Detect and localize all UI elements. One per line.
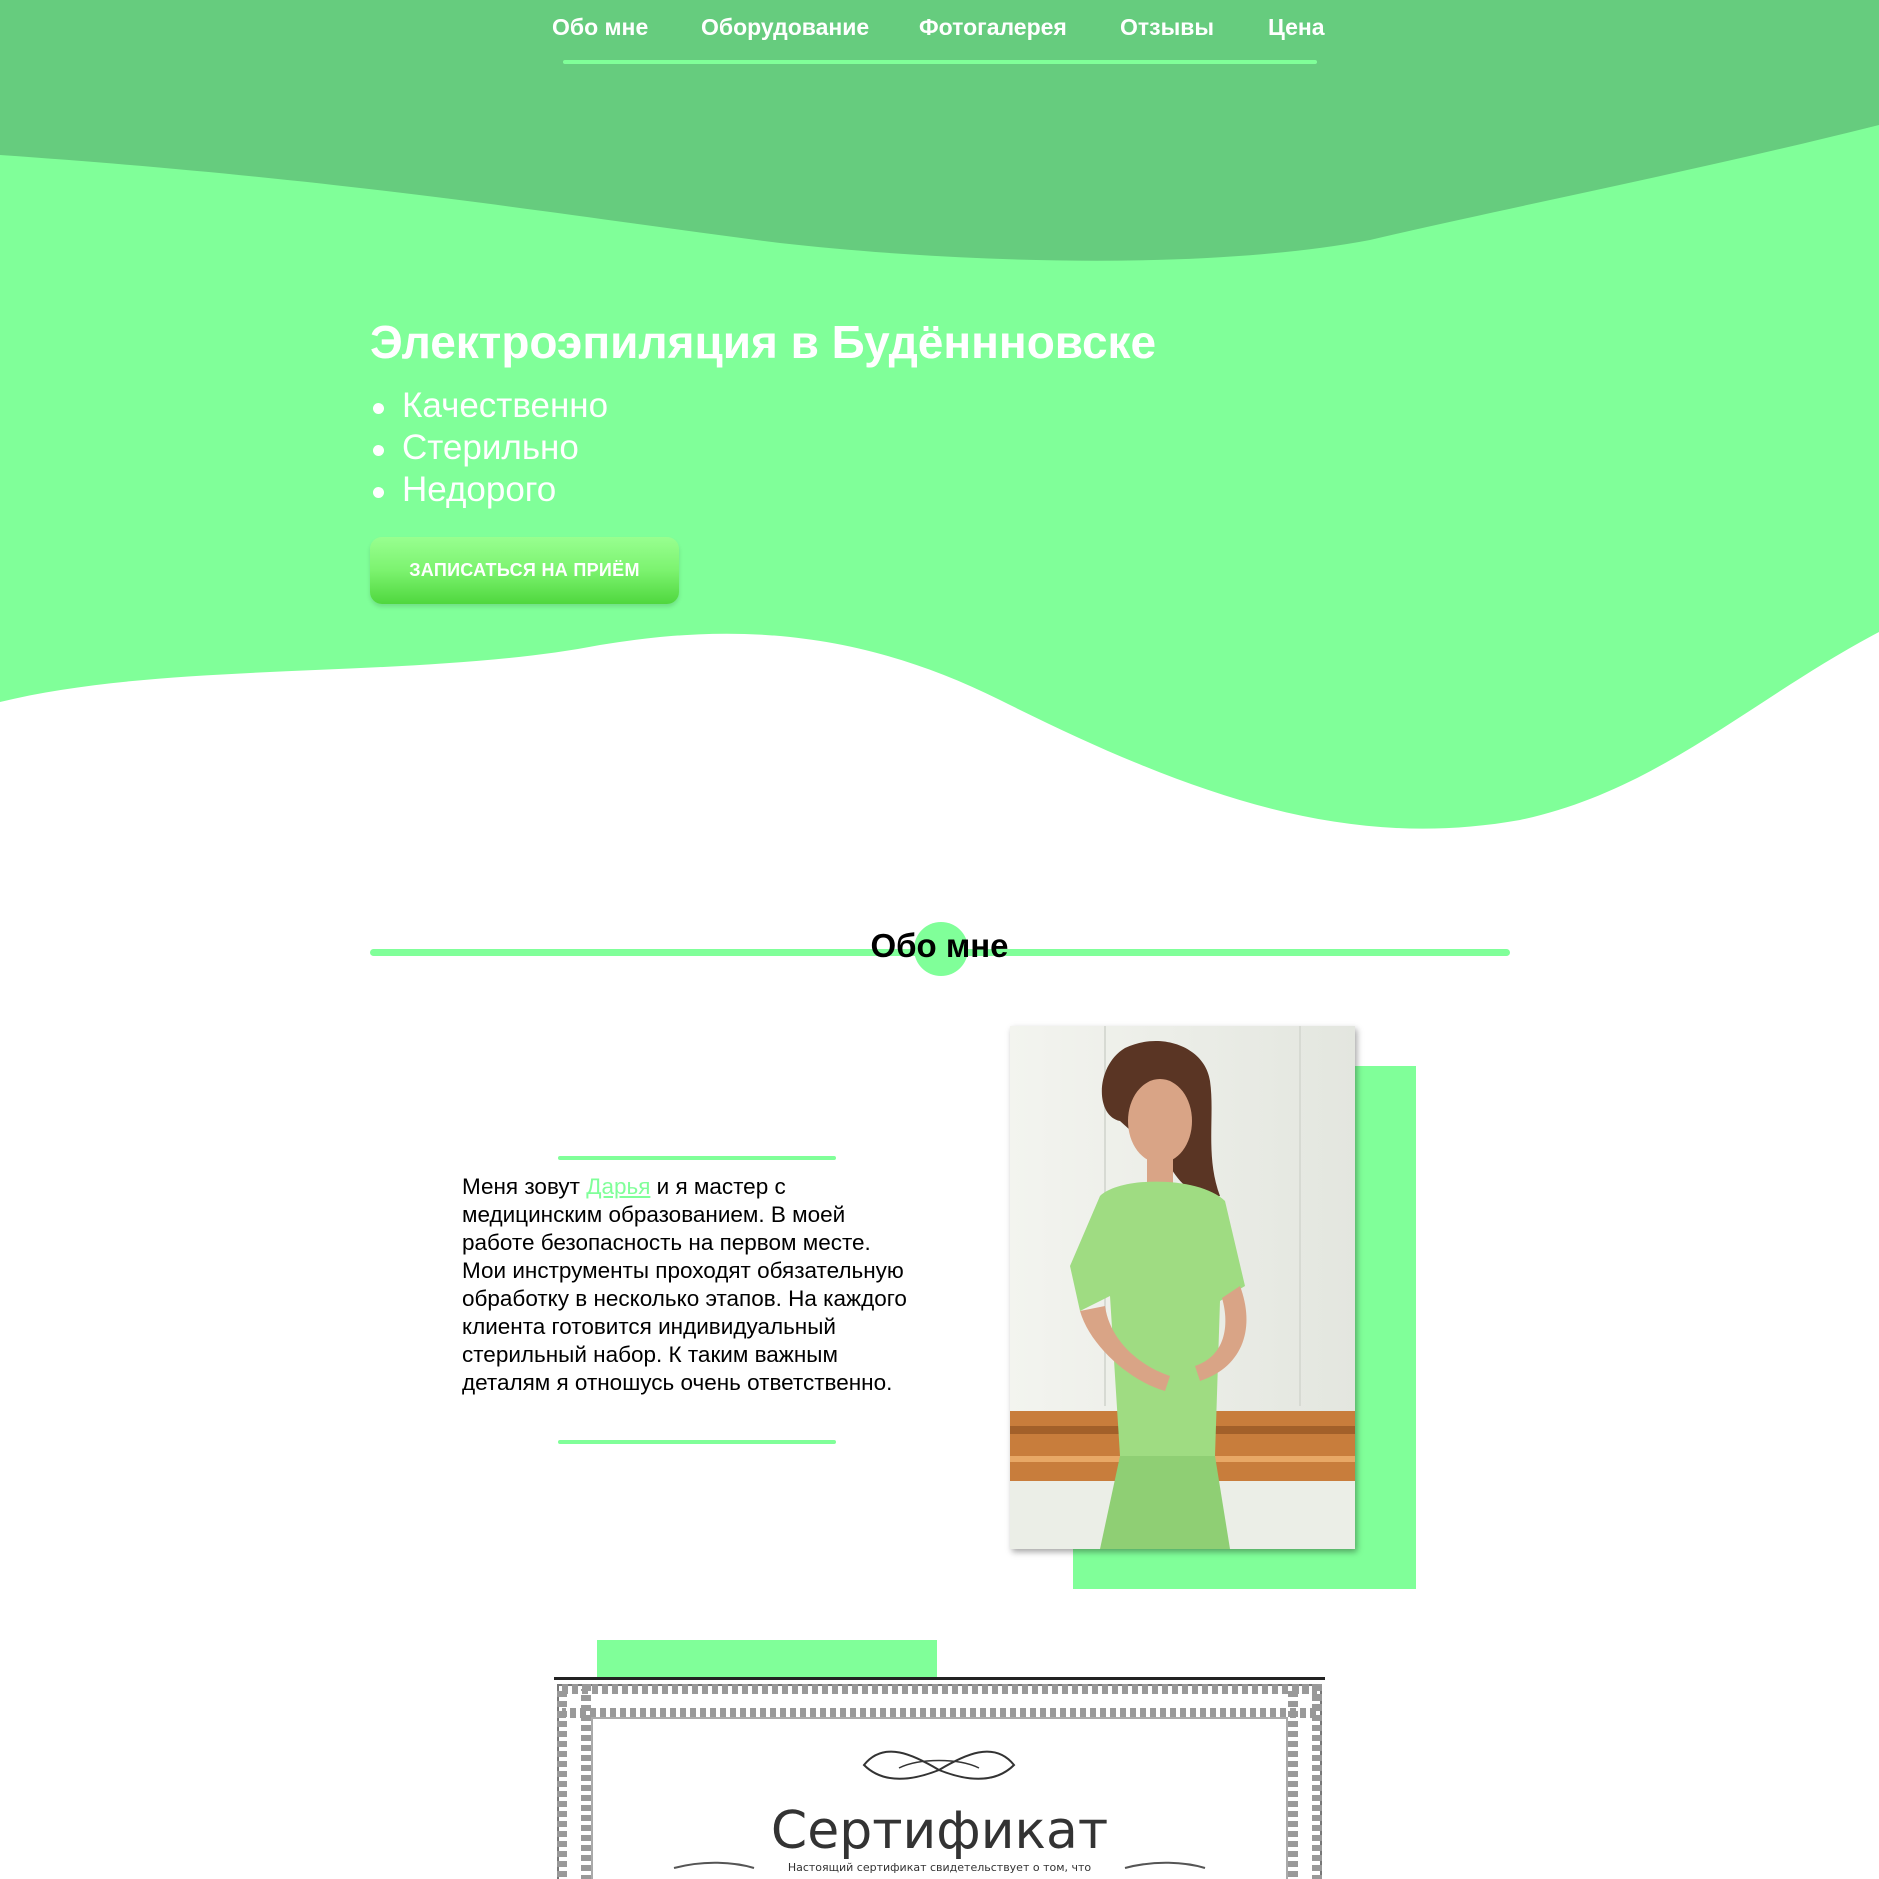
about-top-line bbox=[558, 1156, 836, 1160]
master-photo-image bbox=[1010, 1026, 1355, 1549]
certificate-subtitle: Настоящий сертификат свидетельствует о т… bbox=[787, 1861, 1092, 1874]
about-bottom-line bbox=[558, 1440, 836, 1444]
hero-benefit-item: Недорого bbox=[370, 469, 608, 511]
section-title-about: Обо мне bbox=[870, 927, 1009, 964]
hero-benefit-item: Стерильно bbox=[370, 427, 608, 469]
nav-item-price[interactable]: Цена bbox=[1268, 14, 1325, 41]
about-text-intro: Меня зовут bbox=[462, 1174, 587, 1199]
about-text-body: и я мастер с медицинским образованием. В… bbox=[462, 1174, 907, 1395]
nav-item-gallery[interactable]: Фотогалерея bbox=[919, 14, 1067, 41]
hero-benefit-item: Качественно bbox=[370, 385, 608, 427]
about-text: Меня зовут Дарья и я мастер с медицински… bbox=[462, 1173, 917, 1397]
nav-item-equipment[interactable]: Оборудование bbox=[701, 14, 869, 41]
master-photo bbox=[1010, 1026, 1355, 1549]
nav-item-reviews[interactable]: Отзывы bbox=[1120, 14, 1214, 41]
hero-title: Электроэпиляция в Будённновске bbox=[370, 316, 1157, 368]
hero-benefits-list: Качественно Стерильно Недорого bbox=[370, 385, 608, 511]
certificate-image: Сертификат Настоящий сертификат свидетел… bbox=[554, 1677, 1325, 1879]
certificate-title: Сертификат bbox=[770, 1801, 1109, 1861]
hero-background bbox=[0, 0, 1879, 900]
nav-underline bbox=[563, 60, 1317, 64]
book-appointment-button[interactable]: ЗАПИСАТЬСЯ НА ПРИЁМ bbox=[370, 537, 679, 604]
top-nav: Обо мне Оборудование Фотогалерея Отзывы … bbox=[0, 10, 1879, 64]
master-name-link[interactable]: Дарья bbox=[586, 1174, 650, 1199]
nav-item-about[interactable]: Обо мне bbox=[552, 14, 648, 41]
